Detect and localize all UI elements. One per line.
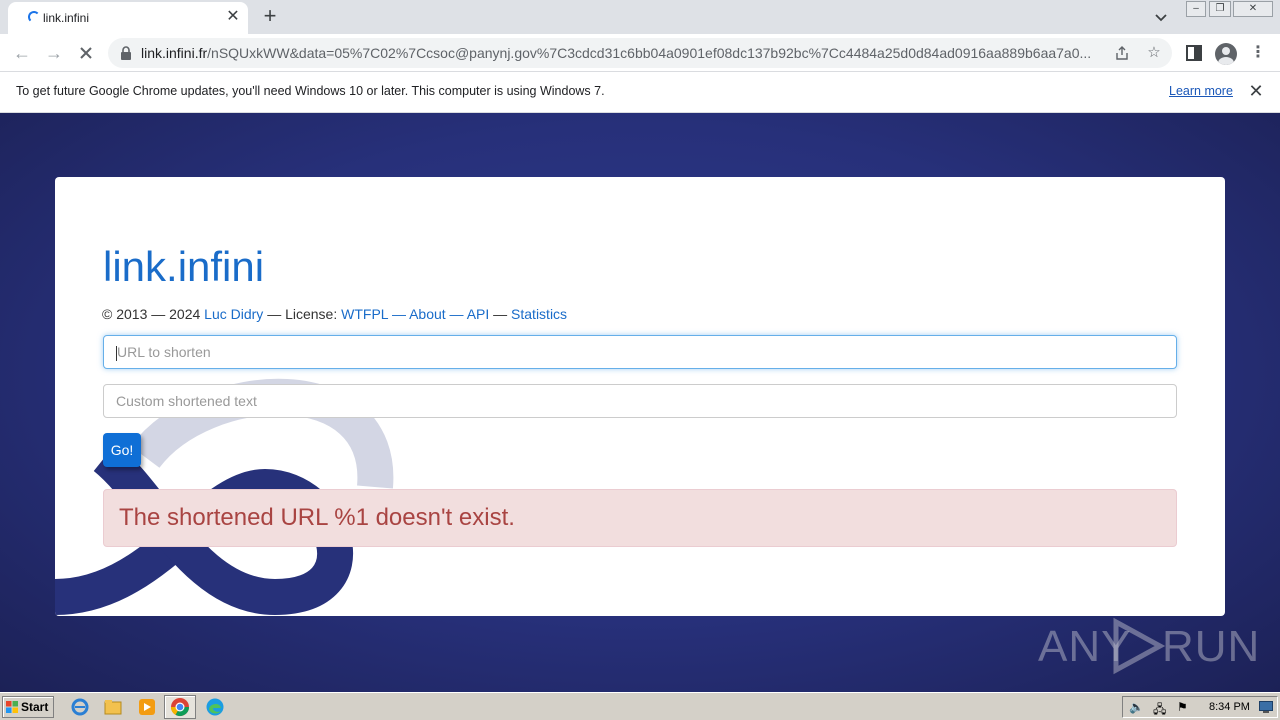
separator: — [489,306,512,322]
edge-icon[interactable] [205,697,225,717]
loading-spinner-icon [28,11,40,23]
windows-flag-icon [6,701,18,713]
profile-avatar-icon[interactable] [1215,43,1237,65]
separator: — [445,306,467,322]
network-icon[interactable]: 🖧 [1153,700,1166,720]
explorer-icon[interactable] [103,697,123,717]
browser-tab[interactable]: link.infini ✕ [8,2,248,34]
bookmark-star-icon[interactable]: ☆ [1146,45,1162,61]
page-viewport: link.infini © 2013 — 2024 Luc Didry — Li… [0,113,1280,692]
volume-icon[interactable]: 🔈 [1129,700,1144,714]
url-input-placeholder: URL to shorten [117,344,211,360]
main-card: link.infini © 2013 — 2024 Luc Didry — Li… [55,177,1225,616]
infobar-message: To get future Google Chrome updates, you… [16,84,605,98]
api-link[interactable]: API [467,306,490,322]
lock-icon[interactable] [120,46,132,60]
infinity-logo-icon [55,377,394,616]
back-arrow-icon[interactable]: ← [12,43,32,63]
restore-button[interactable]: ❐ [1209,1,1231,17]
chrome-icon [171,698,189,717]
system-tray: 🔈 🖧 ⚑ [1122,696,1278,718]
tab-search-chevron-icon[interactable] [1152,8,1170,26]
side-panel-icon[interactable] [1184,43,1204,63]
url-path: /nSQUxkWW&data=05%7C02%7Ccsoc@panynj.gov… [207,45,1092,61]
windows-taskbar: Start 🔈 🖧 ⚑ 8:34 PM [0,692,1280,720]
url-input[interactable]: URL to shorten [103,335,1177,369]
clock[interactable]: 8:34 PM [1209,701,1250,713]
anyrun-watermark: ANY RUN [1038,616,1259,676]
url-text[interactable]: link.infini.fr/nSQUxkWW&data=05%7C02%7Cc… [141,45,1101,61]
share-icon[interactable] [1114,45,1130,61]
author-link[interactable]: Luc Didry [204,306,263,322]
minimize-button[interactable]: – [1186,1,1206,17]
license-label: — License: [263,306,342,322]
media-player-icon[interactable] [137,697,157,717]
show-desktop-icon[interactable] [1259,701,1273,713]
custom-text-input[interactable]: Custom shortened text [103,384,1177,418]
go-button[interactable]: Go! [103,433,141,467]
license-link[interactable]: WTFPL [341,306,388,322]
forward-arrow-icon[interactable]: → [44,43,64,63]
tab-close-icon[interactable]: ✕ [224,8,242,26]
close-window-button[interactable]: ✕ [1233,1,1273,17]
separator: — [388,306,410,322]
menu-kebab-icon[interactable]: ⋮ [1248,43,1268,63]
about-link[interactable]: About [409,306,446,322]
watermark-right-text: RUN [1162,622,1261,671]
action-center-flag-icon[interactable]: ⚑ [1177,700,1188,714]
custom-input-placeholder: Custom shortened text [116,393,257,409]
play-triangle-icon [1113,617,1166,675]
chrome-taskbar-button[interactable] [164,695,196,719]
statistics-link[interactable]: Statistics [511,306,567,322]
site-title: link.infini [103,243,265,290]
error-alert: The shortened URL %1 doesn't exist. [103,489,1177,547]
new-tab-button[interactable]: + [258,4,282,28]
learn-more-link[interactable]: Learn more [1169,84,1233,98]
tab-title: link.infini [43,11,90,25]
ie-icon[interactable] [70,697,90,717]
update-infobar: To get future Google Chrome updates, you… [0,72,1280,113]
copyright-text: © 2013 — 2024 [102,306,205,322]
url-domain: link.infini.fr [141,45,208,61]
credits-line: © 2013 — 2024 Luc Didry — License: WTFPL… [102,306,567,322]
tab-bar: link.infini ✕ + – ❐ ✕ [0,0,1280,34]
infobar-close-icon[interactable]: ✕ [1247,82,1265,100]
browser-toolbar: ← → link.infini.fr/nSQUxkWW&data=05%7C02… [0,34,1280,72]
start-label: Start [21,700,49,714]
address-bar[interactable]: link.infini.fr/nSQUxkWW&data=05%7C02%7Cc… [108,38,1172,68]
stop-loading-icon[interactable] [76,43,96,63]
start-button[interactable]: Start [2,696,54,718]
